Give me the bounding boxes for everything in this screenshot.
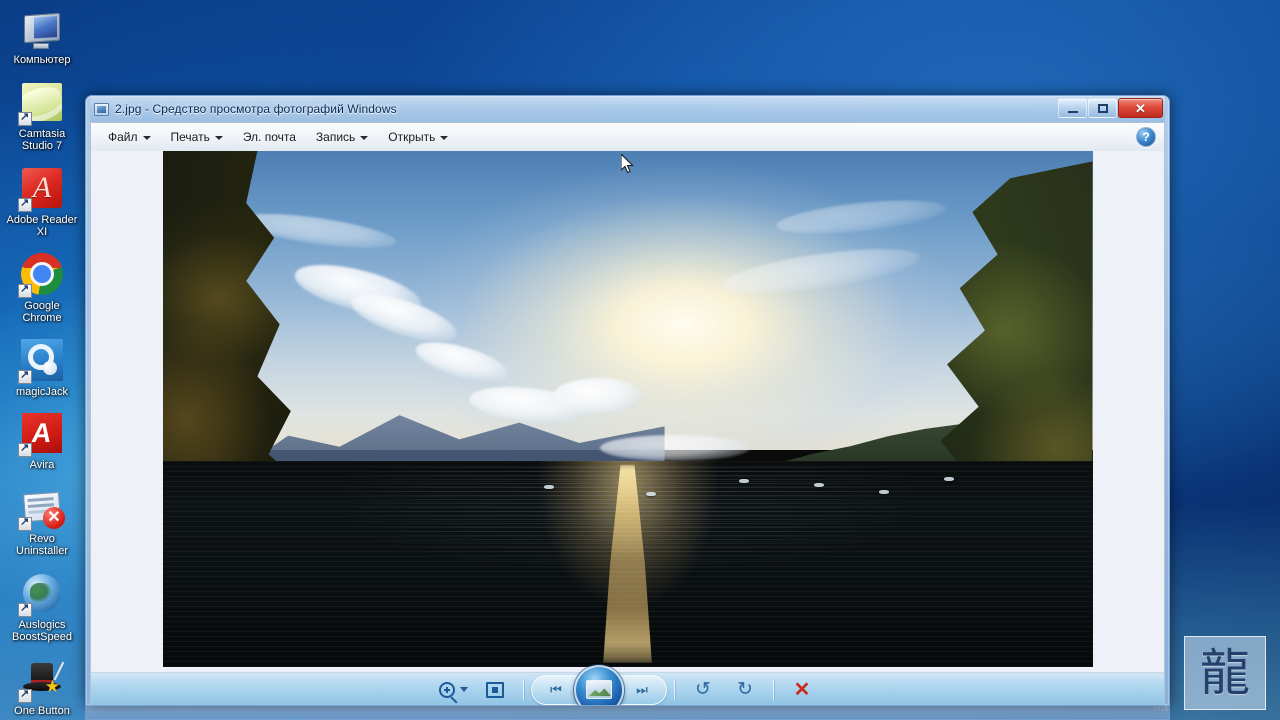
photo-viewer-window[interactable]: 2.jpg - Средство просмотра фотографий Wi… (85, 95, 1170, 706)
photo-viewer-icon (94, 102, 109, 116)
shortcut-arrow-icon (18, 687, 32, 703)
shortcut-arrow-icon (18, 282, 32, 298)
magnifier-plus-icon (438, 681, 455, 698)
image-canvas[interactable] (90, 151, 1165, 672)
help-icon: ? (1142, 130, 1150, 144)
menu-label: Эл. почта (242, 130, 296, 144)
chevron-down-icon (360, 136, 369, 140)
desktop-icon-label: Avira (29, 459, 55, 471)
desktop-icon-label: Auslogics BoostSpeed (12, 618, 72, 644)
cloud (553, 378, 644, 415)
menu-item-file[interactable]: Файл (99, 126, 160, 148)
menu-label: Открыть (388, 130, 436, 144)
menu-label: Запись (315, 130, 356, 144)
desktop-icon-label: One Button (14, 704, 70, 717)
adobe-reader-icon (18, 164, 66, 212)
desktop-icon-label: Google Chrome (22, 299, 62, 325)
boat (878, 489, 889, 494)
auslogics-boostspeed-icon (18, 569, 66, 617)
window-bottom-edge[interactable] (85, 706, 1170, 720)
rotate-right-icon: ↻ (737, 679, 753, 700)
desktop-icon-auslogics-boostspeed[interactable]: Auslogics BoostSpeed (4, 569, 80, 644)
close-icon: ✕ (1135, 100, 1146, 116)
zoom-button[interactable] (432, 676, 474, 704)
fit-to-window-icon (486, 681, 504, 698)
desktop-icon-label: Camtasia Studio 7 (18, 127, 66, 153)
menu-item-print[interactable]: Печать (162, 126, 232, 148)
toolbar-separator (523, 679, 524, 700)
desktop-icon-avira[interactable]: Avira (4, 409, 80, 472)
shortcut-arrow-icon (18, 196, 32, 212)
menu-item-burn[interactable]: Запись (307, 126, 377, 148)
menu-item-open[interactable]: Открыть (379, 126, 457, 148)
shortcut-arrow-icon (18, 601, 32, 617)
computer-icon (18, 4, 66, 52)
lake-water (162, 460, 1093, 667)
chevron-down-icon (214, 136, 223, 140)
boat (739, 479, 750, 484)
fit-to-window-button[interactable] (474, 676, 516, 704)
desktop-icon-label: Revo Uninstaller (16, 532, 68, 558)
slideshow-icon (586, 680, 612, 699)
toolbar-group: ⏮ ⏭ ↺ ↻ ✕ (432, 664, 823, 705)
desktop-icon-adobe-reader-xi[interactable]: Adobe Reader XI (4, 164, 80, 239)
window-title: 2.jpg - Средство просмотра фотографий Wi… (115, 102, 397, 116)
desktop-icon-list: Компьютер Camtasia Studio 7 Adobe Reader… (4, 4, 80, 720)
desktop-icon-revo-uninstaller[interactable]: ✕ Revo Uninstaller (4, 483, 80, 558)
next-icon: ⏭ (636, 681, 648, 697)
chrome-icon (18, 250, 66, 298)
boat (646, 491, 657, 496)
desktop-icon-one-button[interactable]: ★ One Button (4, 655, 80, 718)
window-controls: ✕ (1057, 98, 1163, 118)
avira-icon (18, 409, 66, 457)
menu-bar: Файл Печать Эл. почта Запись Открыть ? (90, 122, 1165, 151)
rotate-counterclockwise-button[interactable]: ↺ (682, 676, 724, 704)
chevron-down-icon (440, 136, 449, 140)
delete-button[interactable]: ✕ (781, 676, 823, 704)
minimize-button[interactable] (1058, 98, 1087, 118)
window-titlebar[interactable]: 2.jpg - Средство просмотра фотографий Wi… (90, 96, 1165, 122)
shortcut-arrow-icon (18, 441, 32, 457)
rotate-left-icon: ↺ (695, 679, 711, 700)
magicjack-icon (18, 336, 66, 384)
camtasia-icon (18, 78, 66, 126)
boat (813, 483, 824, 488)
menu-label: Файл (108, 130, 138, 144)
chevron-down-icon (142, 136, 151, 140)
toolbar-separator (773, 679, 774, 700)
toolbar-separator (674, 679, 675, 700)
desktop-icon-label: magicJack (16, 385, 68, 398)
dragon-icon[interactable]: 龍 (1184, 636, 1266, 710)
menu-label: Печать (170, 130, 210, 144)
menu-item-email[interactable]: Эл. почта (234, 126, 305, 148)
shortcut-arrow-icon (18, 110, 32, 126)
navigation-group: ⏮ ⏭ (531, 664, 667, 705)
viewer-toolbar: ⏮ ⏭ ↺ ↻ ✕ (90, 664, 1165, 705)
desktop-icon-computer[interactable]: Компьютер (4, 4, 80, 67)
help-button[interactable]: ? (1136, 127, 1156, 147)
desktop-icon-camtasia-studio-7[interactable]: Camtasia Studio 7 (4, 78, 80, 153)
desktop[interactable]: Компьютер Camtasia Studio 7 Adobe Reader… (0, 0, 1280, 720)
shortcut-arrow-icon (18, 515, 32, 531)
revo-uninstaller-icon: ✕ (18, 483, 66, 531)
rotate-clockwise-button[interactable]: ↻ (724, 676, 766, 704)
desktop-icon-label: Adobe Reader XI (6, 213, 78, 239)
previous-icon: ⏮ (550, 681, 562, 697)
previous-button[interactable]: ⏮ (534, 677, 578, 703)
desktop-icon-google-chrome[interactable]: Google Chrome (4, 250, 80, 325)
desktop-icon-label: Компьютер (13, 54, 71, 66)
maximize-button[interactable] (1088, 98, 1117, 118)
dragon-glyph: 龍 (1200, 645, 1250, 701)
mouse-cursor (620, 154, 634, 174)
shortcut-arrow-icon (18, 368, 32, 384)
delete-icon: ✕ (793, 678, 811, 701)
desktop-icon-magicjack[interactable]: magicJack (4, 336, 80, 399)
boat (943, 477, 954, 482)
chevron-down-icon (459, 687, 468, 692)
landscape-photo[interactable] (162, 151, 1093, 667)
one-button-icon: ★ (18, 655, 66, 703)
next-button[interactable]: ⏭ (620, 677, 664, 703)
close-button[interactable]: ✕ (1118, 98, 1163, 118)
